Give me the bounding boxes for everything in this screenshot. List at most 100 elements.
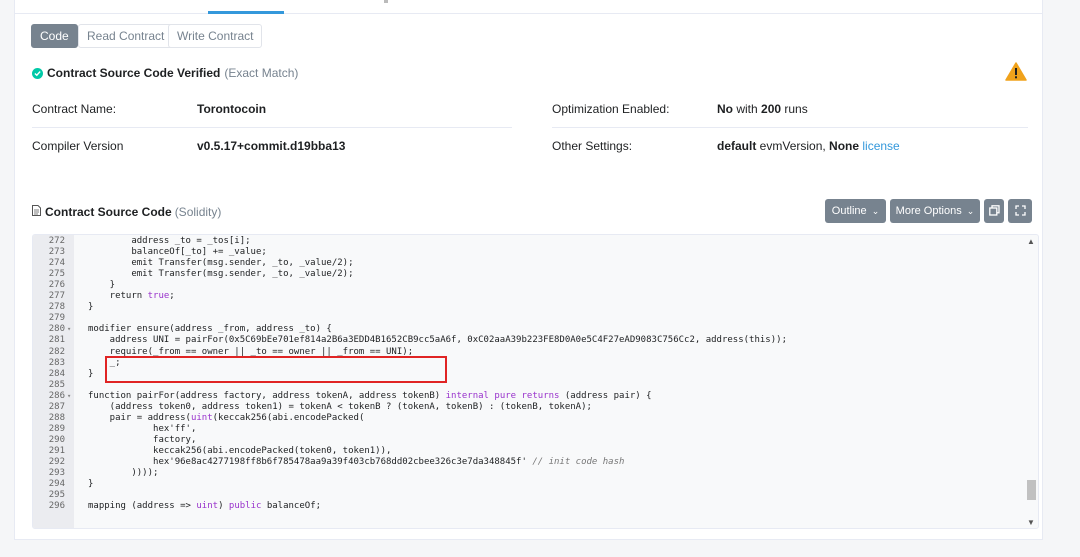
tab-read-contract[interactable]: Read Contract xyxy=(78,24,174,48)
tab-marker xyxy=(384,0,388,3)
license-link[interactable]: license xyxy=(859,139,899,153)
scrollbar[interactable]: ▲ ▼ xyxy=(1026,235,1036,528)
code-text: keccak256(abi.encodePacked(token0, token… xyxy=(88,445,392,456)
contract-name-label: Contract Name: xyxy=(32,102,117,116)
more-options-button[interactable]: More Options ⌄ xyxy=(890,199,980,223)
line-number: 275 xyxy=(48,269,65,280)
scroll-down-icon[interactable]: ▼ xyxy=(1027,518,1035,527)
contract-name-value: Torontocoin xyxy=(197,102,267,116)
line-number: 294 xyxy=(48,479,65,490)
tab-bar-divider xyxy=(15,13,1042,14)
contract-card: Code Read Contract Write Contract Contra… xyxy=(14,0,1043,540)
verified-note: (Exact Match) xyxy=(224,66,299,80)
verified-status: Contract Source Code Verified (Exact Mat… xyxy=(32,66,298,80)
code-text: emit Transfer(msg.sender, _to, _value/2)… xyxy=(88,258,354,269)
code-text: hex'ff', xyxy=(88,423,197,434)
fold-toggle-icon[interactable]: ▾ xyxy=(67,391,71,402)
line-number: 282 xyxy=(48,346,65,357)
line-number: 284 xyxy=(48,368,65,379)
source-code-label: Contract Source Code xyxy=(45,205,172,219)
code-line: 277 return true; xyxy=(33,291,1023,302)
code-line: 286 ▾ function pairFor(address factory, ad… xyxy=(33,391,1023,402)
code-line: 274 emit Transfer(msg.sender, _to, _valu… xyxy=(33,258,1023,269)
code-line: 279 xyxy=(33,313,1023,324)
line-number: 277 xyxy=(48,291,65,302)
code-line: 293 )))); xyxy=(33,468,1023,479)
line-number: 287 xyxy=(48,401,65,412)
code-text: factory, xyxy=(88,434,197,445)
line-number: 290 xyxy=(48,434,65,445)
code-text: hex'96e8ac4277198ff8b6f785478aa9a39f403c… xyxy=(88,457,625,467)
code-line: 290 factory, xyxy=(33,435,1023,446)
line-number: 288 xyxy=(48,412,65,423)
fullscreen-button[interactable] xyxy=(1008,199,1032,223)
code-text: } xyxy=(88,368,94,379)
source-code-title: Contract Source Code (Solidity) xyxy=(32,205,221,219)
warning-icon[interactable] xyxy=(1005,62,1027,84)
scroll-thumb[interactable] xyxy=(1027,480,1036,500)
code-text: address UNI = pairFor(0x5C69bEe701ef814a… xyxy=(88,335,787,346)
copy-icon xyxy=(988,205,1000,216)
optimization-label: Optimization Enabled: xyxy=(552,102,670,116)
line-number: 289 xyxy=(48,423,65,434)
tab-code[interactable]: Code xyxy=(31,24,78,48)
code-text: return true; xyxy=(88,291,175,302)
code-text: address _to = _tos[i]; xyxy=(88,236,251,246)
code-line: 278} xyxy=(33,302,1023,313)
optimization-value: No with 200 runs xyxy=(717,102,808,116)
tab-write-contract[interactable]: Write Contract xyxy=(168,24,263,48)
code-line: 273 balanceOf[_to] += _value; xyxy=(33,247,1023,258)
code-line: 291 keccak256(abi.encodePacked(token0, t… xyxy=(33,446,1023,457)
code-text: mapping (address => uint) public balance… xyxy=(88,501,322,512)
code-line: 296 mapping (address => uint) public bala… xyxy=(33,501,1023,512)
line-number: 274 xyxy=(48,258,65,269)
code-text: modifier ensure(address _from, address _… xyxy=(88,324,332,335)
code-text: } xyxy=(88,302,94,313)
line-number: 292 xyxy=(48,457,65,467)
code-line: 294} xyxy=(33,479,1023,490)
scroll-up-icon[interactable]: ▲ xyxy=(1027,237,1035,246)
verified-label: Contract Source Code Verified xyxy=(47,66,221,80)
divider xyxy=(32,127,512,128)
line-number: 291 xyxy=(48,445,65,456)
line-number: 295 xyxy=(48,490,65,501)
code-text: )))); xyxy=(88,468,159,479)
expand-icon xyxy=(1014,205,1026,216)
code-line: 288 pair = address(uint(keccak256(abi.en… xyxy=(33,413,1023,424)
code-line: 292 hex'96e8ac4277198ff8b6f785478aa9a39f… xyxy=(33,457,1023,468)
copy-button[interactable] xyxy=(984,199,1004,223)
active-tab-indicator xyxy=(208,11,284,14)
highlight-box xyxy=(105,356,447,383)
divider xyxy=(552,127,1028,128)
line-number: 283 xyxy=(48,357,65,368)
outline-button[interactable]: Outline ⌄ xyxy=(825,199,886,223)
line-number: 278 xyxy=(48,302,65,313)
code-text: } xyxy=(88,280,116,291)
other-settings-value: default evmVersion, None license xyxy=(717,139,900,153)
code-text: balanceOf[_to] += _value; xyxy=(88,247,267,258)
line-number: 273 xyxy=(48,247,65,258)
code-line: 276 } xyxy=(33,280,1023,291)
chevron-down-icon: ⌄ xyxy=(966,206,975,216)
code-text: (address token0, address token1) = token… xyxy=(88,401,592,412)
compiler-version-value: v0.5.17+commit.d19bba13 xyxy=(197,139,346,153)
code-text: function pairFor(address factory, addres… xyxy=(88,390,652,401)
line-number: 286 xyxy=(48,390,65,401)
source-language: (Solidity) xyxy=(174,205,222,219)
line-number: 281 xyxy=(48,335,65,346)
line-number: 280 xyxy=(48,324,65,335)
check-circle-icon xyxy=(32,67,43,79)
compiler-version-label: Compiler Version xyxy=(32,139,124,153)
line-number: 293 xyxy=(48,468,65,479)
file-icon xyxy=(32,205,41,219)
code-text: pair = address(uint(keccak256(abi.encode… xyxy=(88,412,365,423)
chevron-down-icon: ⌄ xyxy=(871,206,880,216)
code-line: 289 hex'ff', xyxy=(33,424,1023,435)
fold-toggle-icon[interactable]: ▾ xyxy=(67,324,71,335)
code-line: 295 xyxy=(33,490,1023,501)
code-line: 280 ▾ modifier ensure(address _from, addre… xyxy=(33,324,1023,335)
code-line: 287 (address token0, address token1) = t… xyxy=(33,402,1023,413)
code-text: } xyxy=(88,479,94,490)
code-text: emit Transfer(msg.sender, _to, _value/2)… xyxy=(88,269,354,280)
line-number: 296 xyxy=(48,501,65,512)
